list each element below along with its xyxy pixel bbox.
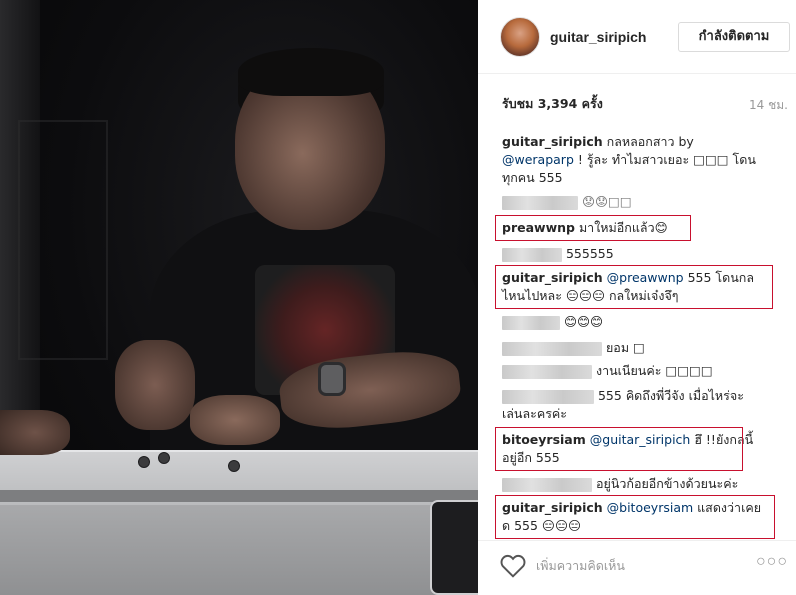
post-footer: เพิ่มความคิดเห็น ○○○ bbox=[478, 540, 796, 595]
post-sidebar: guitar_siripich กำลังติดตาม รับชม 3,394 … bbox=[478, 0, 796, 595]
highlight-box bbox=[495, 427, 743, 471]
table-front bbox=[0, 505, 478, 595]
blurred-username bbox=[502, 247, 562, 262]
background-frame bbox=[18, 120, 108, 360]
list-item: guitar_siripich กลหลอกสาว by bbox=[502, 133, 772, 151]
blurred-username bbox=[502, 195, 578, 210]
list-item: 555555 bbox=[502, 245, 772, 263]
comment-text: งานเนียนค่ะ □□□□ bbox=[595, 363, 713, 378]
comment-username[interactable]: guitar_siripich bbox=[502, 134, 603, 149]
smartphone bbox=[430, 500, 478, 595]
heart-icon[interactable] bbox=[500, 554, 526, 578]
post-video[interactable] bbox=[0, 0, 478, 595]
table-slot bbox=[0, 490, 478, 502]
comment-text: เล่นละครค่ะ bbox=[502, 406, 568, 421]
more-options-icon[interactable]: ○○○ bbox=[756, 553, 788, 571]
comment-text: 😟😟□□ bbox=[581, 194, 632, 209]
person-hair-top bbox=[238, 48, 384, 96]
following-button[interactable]: กำลังติดตาม bbox=[678, 22, 790, 52]
comment-mention[interactable]: @weraparp bbox=[502, 152, 574, 167]
coin bbox=[138, 456, 150, 468]
highlight-box bbox=[495, 215, 691, 241]
view-count: รับชม 3,394 ครั้ง bbox=[502, 96, 603, 111]
list-item: @weraparp ! รู้ละ ทำไมสาวเยอะ □□□ โดน bbox=[502, 151, 772, 169]
comment-text: อยู่นิวก้อยอีกข้างด้วยนะค่ะ bbox=[595, 476, 739, 491]
highlight-box bbox=[495, 495, 775, 539]
blurred-username bbox=[502, 364, 592, 379]
comment-text: 😊😊😊 bbox=[563, 314, 604, 329]
post-time[interactable]: 14 ชม. bbox=[749, 96, 788, 115]
comment-text: 555 คิดถึงพี่วีจัง เมื่อไหร่จะ bbox=[597, 388, 744, 403]
comment-text: ! รู้ละ ทำไมสาวเยอะ □□□ โดน bbox=[573, 152, 756, 167]
comment-text: ยอม □ bbox=[605, 340, 645, 355]
post-header: guitar_siripich กำลังติดตาม bbox=[478, 0, 796, 74]
blurred-username bbox=[502, 389, 594, 404]
comment-text: 555555 bbox=[565, 246, 614, 261]
other-person-arm bbox=[0, 410, 70, 455]
person-pointing-hand bbox=[190, 395, 280, 445]
highlight-box bbox=[495, 265, 773, 309]
comment-text: ทุกคน 555 bbox=[502, 170, 563, 185]
coin bbox=[228, 460, 240, 472]
list-item: ยอม □ bbox=[502, 339, 772, 357]
post-username[interactable]: guitar_siripich bbox=[550, 29, 646, 45]
list-item: งานเนียนค่ะ □□□□ bbox=[502, 362, 772, 380]
wrist-watch bbox=[318, 362, 346, 396]
list-item: ทุกคน 555 bbox=[502, 169, 772, 187]
list-item: 😊😊😊 bbox=[502, 313, 772, 331]
blurred-username bbox=[502, 315, 560, 330]
person-left-hand bbox=[115, 340, 195, 430]
blurred-username bbox=[502, 477, 592, 492]
list-item: อยู่นิวก้อยอีกข้างด้วยนะค่ะ bbox=[502, 475, 772, 493]
coin bbox=[158, 452, 170, 464]
avatar[interactable] bbox=[500, 17, 540, 57]
add-comment-input[interactable]: เพิ่มความคิดเห็น bbox=[536, 556, 625, 576]
blurred-username bbox=[502, 341, 602, 356]
comment-text: กลหลอกสาว by bbox=[602, 134, 694, 149]
list-item: เล่นละครค่ะ bbox=[502, 405, 772, 423]
post-meta: รับชม 3,394 ครั้ง 14 ชม. bbox=[502, 94, 788, 116]
list-item: 555 คิดถึงพี่วีจัง เมื่อไหร่จะ bbox=[502, 387, 772, 405]
list-item: 😟😟□□ bbox=[502, 193, 772, 211]
